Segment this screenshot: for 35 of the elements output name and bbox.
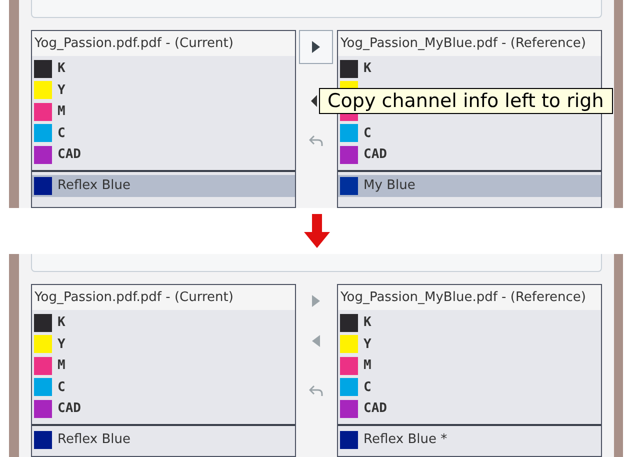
channel-name[interactable]: K — [58, 313, 66, 332]
channel-name[interactable]: CAD — [364, 399, 388, 418]
channel-name[interactable]: CAD — [58, 145, 82, 164]
channel-name[interactable]: CAD — [58, 399, 82, 418]
list-header: Yog_Passion_MyBlue.pdf - (Reference) — [338, 285, 601, 310]
undo-icon — [309, 135, 324, 147]
channel-name[interactable]: M — [58, 102, 66, 122]
copy-button[interactable] — [299, 30, 334, 64]
undo-icon — [309, 385, 324, 397]
list-header: Yog_Passion.pdf.pdf - (Current) — [32, 31, 295, 56]
channel-name[interactable]: C — [364, 124, 372, 143]
spot-row[interactable]: My Blue — [338, 174, 601, 196]
channel-name[interactable]: M — [58, 356, 66, 376]
channel-name[interactable]: Y — [58, 334, 66, 354]
channel-name[interactable]: CAD — [364, 145, 388, 164]
channel-name[interactable]: K — [58, 59, 66, 78]
tooltip-pointer-icon — [310, 95, 317, 107]
channel-name[interactable]: C — [364, 378, 372, 397]
play-right-icon — [312, 295, 320, 307]
spot-row[interactable]: Reflex Blue — [32, 428, 295, 450]
channel-name[interactable]: C — [58, 124, 66, 143]
spot-row[interactable]: Reflex Blue — [32, 174, 295, 196]
channel-name[interactable]: Y — [58, 80, 66, 100]
spot-row[interactable]: Reflex Blue * — [338, 428, 601, 450]
tooltip: Copy channel info left to righ — [318, 88, 613, 114]
channel-name[interactable]: C — [58, 378, 66, 397]
list-header: Yog_Passion_MyBlue.pdf - (Reference) — [338, 31, 601, 56]
channel-name[interactable]: K — [364, 313, 372, 332]
channel-name[interactable]: M — [364, 356, 372, 376]
play-right-icon — [312, 41, 320, 53]
channel-name[interactable]: Y — [364, 334, 372, 354]
play-left-icon — [312, 335, 320, 347]
channel-name[interactable]: K — [364, 59, 372, 78]
list-header: Yog_Passion.pdf.pdf - (Current) — [32, 285, 295, 310]
down-arrow-icon — [304, 214, 330, 248]
